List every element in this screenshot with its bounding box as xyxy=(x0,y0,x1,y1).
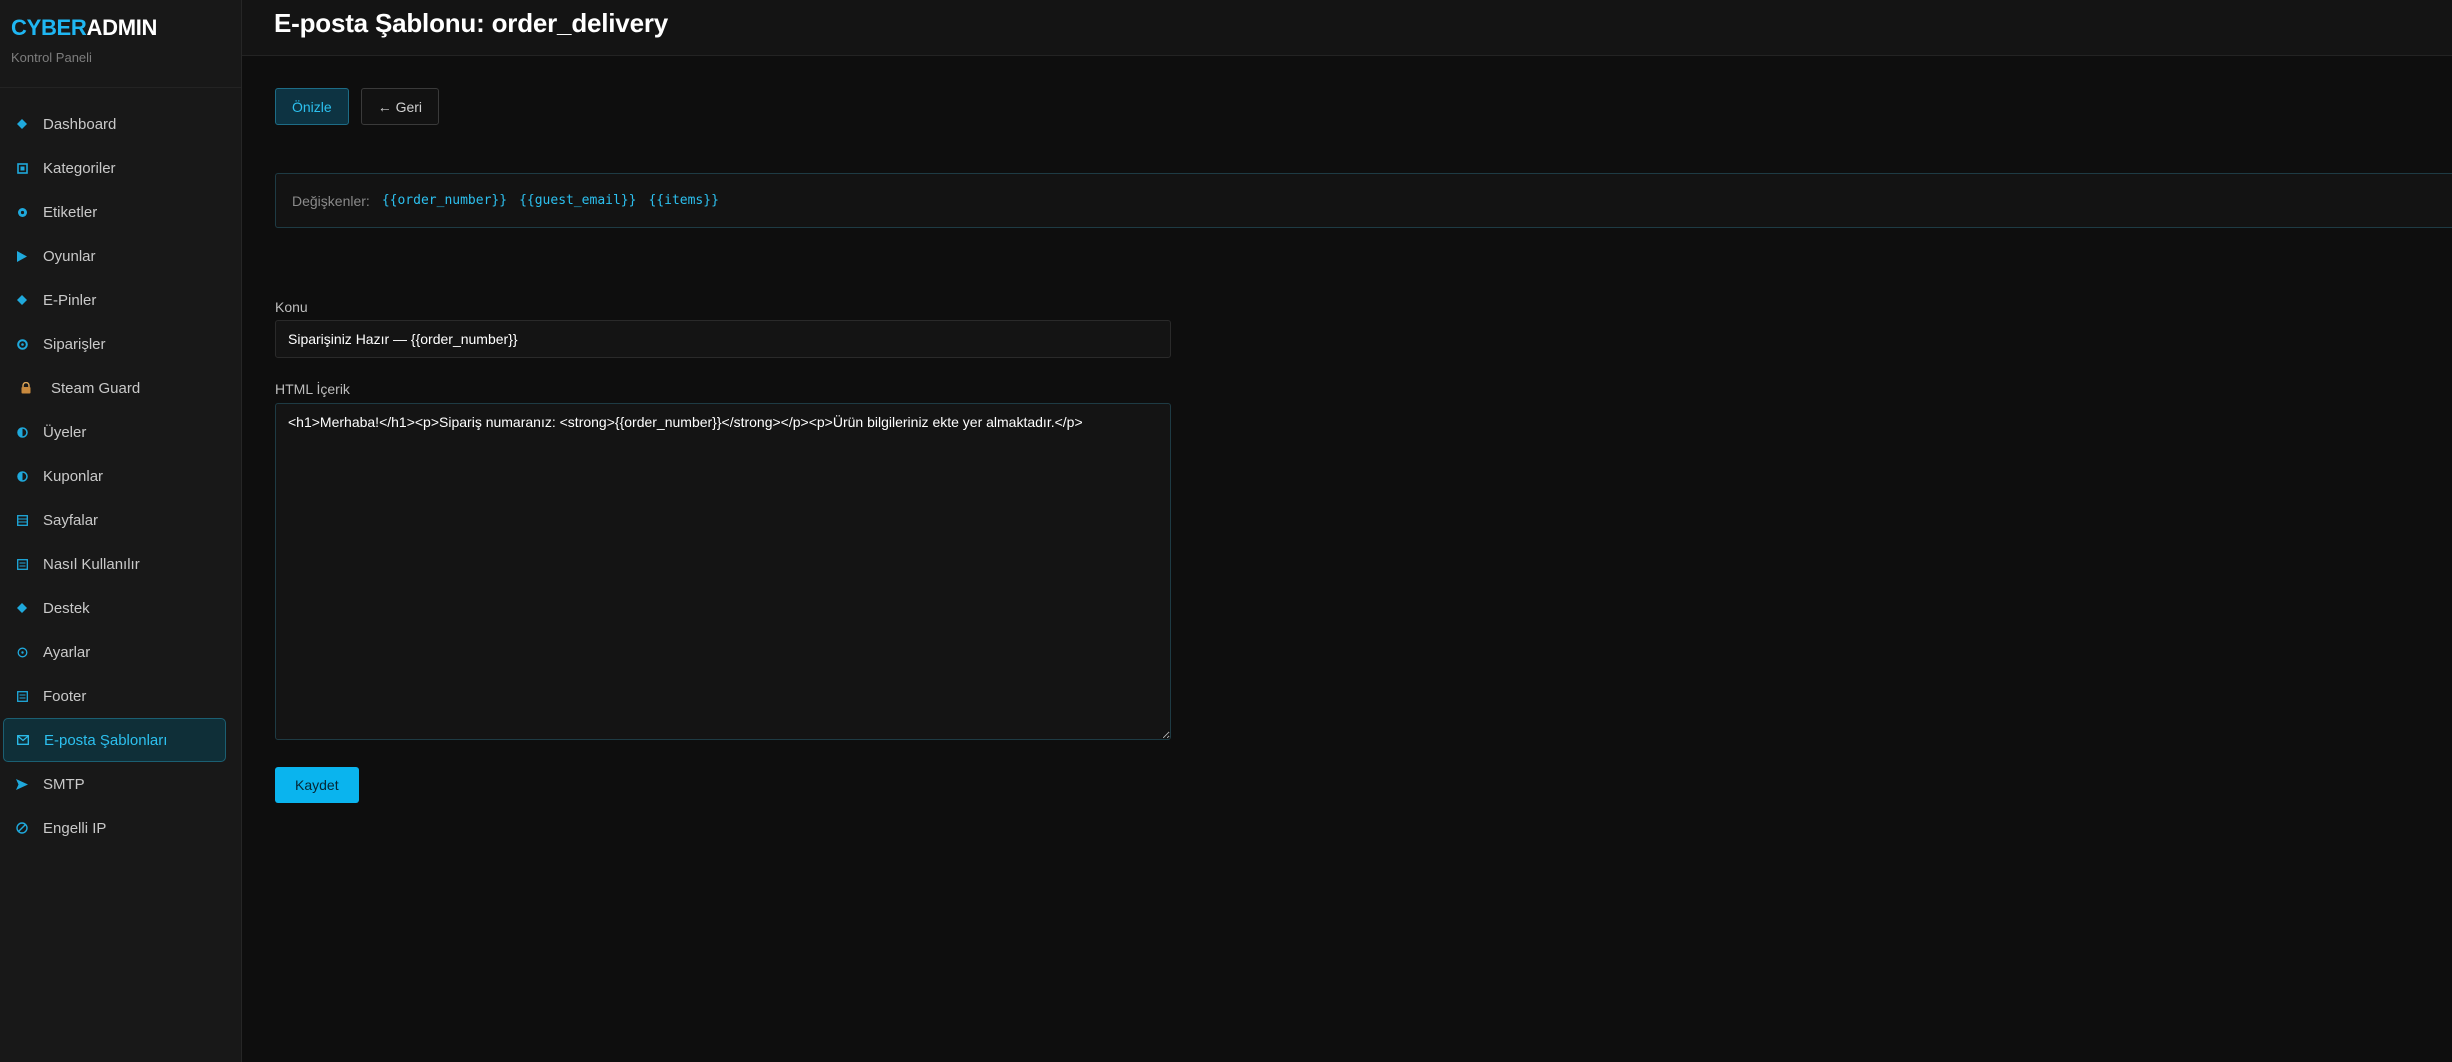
sidebar-item-siparisler[interactable]: Siparişler xyxy=(3,322,226,366)
main-content: E-posta Şablonu: order_delivery Önizle ←… xyxy=(242,0,2452,1062)
sidebar-item-uyeler[interactable]: Üyeler xyxy=(3,410,226,454)
diamond-icon xyxy=(15,117,29,131)
sidebar-item-label: E-posta Şablonları xyxy=(44,731,168,749)
sidebar-item-label: Üyeler xyxy=(43,423,87,441)
sidebar-item-etiketler[interactable]: Etiketler xyxy=(3,190,226,234)
sidebar-item-label: Oyunlar xyxy=(43,247,96,265)
sidebar-item-label: SMTP xyxy=(43,775,85,793)
sidebar-item-label: Steam Guard xyxy=(51,379,141,397)
half-circle-icon xyxy=(15,425,29,439)
square-icon xyxy=(15,161,29,175)
back-button[interactable]: ← Geri xyxy=(360,88,440,125)
sidebar-item-kategoriler[interactable]: Kategoriler xyxy=(3,146,226,190)
sidebar-item-label: Kategoriler xyxy=(43,159,116,177)
brand: CYBERADMIN Kontrol Paneli xyxy=(0,0,241,88)
logo[interactable]: CYBERADMIN xyxy=(11,16,230,40)
settings-icon xyxy=(15,645,29,659)
gear-icon xyxy=(15,337,29,351)
sidebar-item-label: Siparişler xyxy=(43,335,106,353)
preview-button[interactable]: Önizle xyxy=(275,88,349,125)
logo-admin: ADMIN xyxy=(86,15,158,40)
save-button[interactable]: Kaydet xyxy=(275,767,359,803)
sidebar-item-footer[interactable]: Footer xyxy=(3,674,226,718)
play-icon xyxy=(15,249,29,263)
sidebar-item-label: Destek xyxy=(43,599,90,617)
block-icon xyxy=(15,821,29,835)
logo-cyber: CYBER xyxy=(11,15,87,40)
content-label: HTML İçerik xyxy=(275,381,350,397)
send-icon xyxy=(15,777,29,791)
subject-input[interactable] xyxy=(275,320,1171,358)
app-root: CYBERADMIN Kontrol Paneli Dashboard Kate… xyxy=(0,0,2452,1062)
topbar: E-posta Şablonu: order_delivery xyxy=(242,0,2452,56)
sidebar-item-sayfalar[interactable]: Sayfalar xyxy=(3,498,226,542)
sidebar-item-label: Etiketler xyxy=(43,203,98,221)
page-title: E-posta Şablonu: order_delivery xyxy=(274,8,669,38)
sidebar: CYBERADMIN Kontrol Paneli Dashboard Kate… xyxy=(0,0,242,1062)
list-icon xyxy=(15,689,29,703)
lock-icon xyxy=(19,381,33,395)
variables-panel: Değişkenler: {{order_number}} {{guest_em… xyxy=(275,173,2452,228)
sidebar-item-engelli-ip[interactable]: Engelli IP xyxy=(3,806,226,850)
sidebar-item-label: Kuponlar xyxy=(43,467,104,485)
sidebar-item-nasil-kullanilir[interactable]: Nasıl Kullanılır xyxy=(3,542,226,586)
sidebar-item-oyunlar[interactable]: Oyunlar xyxy=(3,234,226,278)
grid-icon xyxy=(15,513,29,527)
sidebar-item-eposta-sablonlari[interactable]: E-posta Şablonları xyxy=(3,718,226,762)
sidebar-nav: Dashboard Kategoriler Etiketler Oyunlar … xyxy=(0,102,242,850)
sidebar-item-smtp[interactable]: SMTP xyxy=(3,762,226,806)
variable-chip[interactable]: {{order_number}} xyxy=(382,193,507,208)
half-circle-icon xyxy=(15,469,29,483)
sidebar-item-destek[interactable]: Destek xyxy=(3,586,226,630)
sidebar-item-label: Nasıl Kullanılır xyxy=(43,555,140,573)
variable-chip[interactable]: {{guest_email}} xyxy=(519,193,636,208)
asterisk-icon xyxy=(15,205,29,219)
action-buttons: Önizle ← Geri xyxy=(275,88,440,125)
sidebar-item-label: Footer xyxy=(43,687,87,705)
diamond-icon xyxy=(15,601,29,615)
sidebar-item-epinler[interactable]: E-Pinler xyxy=(3,278,226,322)
sidebar-item-label: E-Pinler xyxy=(43,291,97,309)
html-content-textarea[interactable]: <h1>Merhaba!</h1><p>Sipariş numaranız: <… xyxy=(275,403,1171,740)
mail-icon xyxy=(16,733,30,747)
sidebar-item-steam-guard[interactable]: Steam Guard xyxy=(3,366,226,410)
variable-chip[interactable]: {{items}} xyxy=(648,193,718,208)
diamond-icon xyxy=(15,293,29,307)
sidebar-item-kuponlar[interactable]: Kuponlar xyxy=(3,454,226,498)
sidebar-item-label: Engelli IP xyxy=(43,819,107,837)
sidebar-item-label: Sayfalar xyxy=(43,511,99,529)
subject-label: Konu xyxy=(275,299,308,315)
list-icon xyxy=(15,557,29,571)
brand-subtitle: Kontrol Paneli xyxy=(11,50,92,65)
variables-label: Değişkenler: xyxy=(292,192,370,209)
sidebar-item-dashboard[interactable]: Dashboard xyxy=(3,102,226,146)
sidebar-item-label: Ayarlar xyxy=(43,643,91,661)
sidebar-item-label: Dashboard xyxy=(43,115,117,133)
sidebar-item-ayarlar[interactable]: Ayarlar xyxy=(3,630,226,674)
